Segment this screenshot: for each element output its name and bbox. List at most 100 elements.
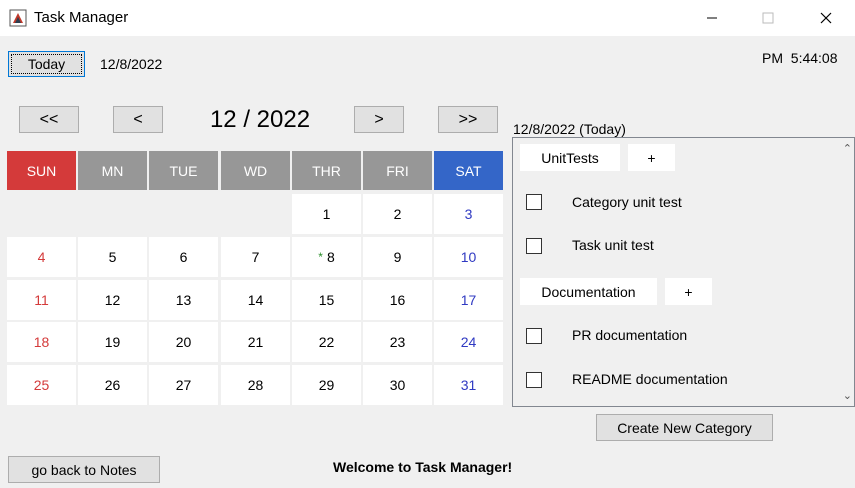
calendar-day-cell[interactable]: 13	[149, 280, 218, 320]
day-number: 26	[104, 377, 121, 393]
close-button[interactable]	[803, 0, 849, 36]
calendar-blank-cell	[149, 194, 218, 234]
calendar-day-cell[interactable]: 23	[363, 322, 432, 362]
maximize-button[interactable]	[745, 0, 791, 36]
day-number: 24	[460, 334, 477, 350]
minimize-button[interactable]	[689, 0, 735, 36]
category-unittests[interactable]: UnitTests	[520, 144, 620, 171]
window-title: Task Manager	[34, 9, 129, 26]
next-month-label: >	[374, 110, 384, 128]
calendar-day-cell[interactable]: 15	[292, 280, 361, 320]
task-checkbox[interactable]	[526, 372, 542, 388]
close-icon	[820, 12, 832, 24]
task-label: Task unit test	[572, 237, 654, 253]
calendar-day-cell[interactable]: * 8	[292, 237, 361, 277]
category-documentation[interactable]: Documentation	[520, 278, 657, 305]
task-checkbox[interactable]	[526, 328, 542, 344]
prev-year-button[interactable]: <<	[19, 106, 79, 133]
today-date: 12/8/2022	[100, 56, 163, 72]
day-header-fri: FRI	[363, 151, 432, 190]
scroll-up-icon[interactable]: ⌃	[843, 142, 852, 155]
day-number: 29	[318, 377, 335, 393]
calendar-day-cell[interactable]: 21	[221, 322, 290, 362]
calendar-day-cell[interactable]: 24	[434, 322, 503, 362]
back-to-notes-button[interactable]: go back to Notes	[8, 456, 160, 483]
calendar-day-cell[interactable]: 10	[434, 237, 503, 277]
day-number: 8	[326, 249, 335, 265]
calendar-day-cell[interactable]: 14	[221, 280, 290, 320]
day-number: 19	[104, 334, 121, 350]
prev-year-label: <<	[39, 110, 59, 128]
calendar-day-cell[interactable]: 1	[292, 194, 361, 234]
day-number: 30	[389, 377, 406, 393]
add-task-button[interactable]: +	[628, 144, 675, 171]
day-number: 3	[464, 206, 473, 222]
day-number: 16	[389, 292, 406, 308]
task-checkbox[interactable]	[526, 194, 542, 210]
calendar-day-cell[interactable]: 5	[78, 237, 147, 277]
day-header-sun: SUN	[7, 151, 76, 190]
calendar-day-cell[interactable]: 17	[434, 280, 503, 320]
calendar-day-cell[interactable]: 4	[7, 237, 76, 277]
day-number: 7	[251, 249, 260, 265]
calendar-day-cell[interactable]: 22	[292, 322, 361, 362]
day-number: 11	[34, 292, 49, 308]
day-number: 23	[389, 334, 406, 350]
calendar-day-cell[interactable]: 31	[434, 365, 503, 405]
today-button[interactable]: Today	[8, 51, 85, 77]
next-year-label: >>	[458, 110, 478, 128]
day-header-tue: TUE	[149, 151, 218, 190]
calendar-day-cell[interactable]: 27	[149, 365, 218, 405]
category-name: Documentation	[541, 283, 636, 300]
prev-month-label: <	[133, 110, 143, 128]
calendar-day-cell[interactable]: 12	[78, 280, 147, 320]
next-month-button[interactable]: >	[354, 106, 404, 133]
calendar-day-cell[interactable]: 25	[7, 365, 76, 405]
task-label: PR documentation	[572, 327, 688, 343]
calendar-day-cell[interactable]: 16	[363, 280, 432, 320]
day-number: 17	[460, 292, 477, 308]
calendar-day-cell[interactable]: 19	[78, 322, 147, 362]
calendar-day-cell[interactable]: 11	[7, 280, 76, 320]
title-bar: Task Manager	[0, 0, 855, 36]
day-number: 27	[175, 377, 192, 393]
calendar-blank-cell	[7, 194, 76, 234]
create-category-label: Create New Category	[617, 419, 752, 436]
day-number: 22	[318, 334, 335, 350]
day-number: 6	[179, 249, 188, 265]
scroll-down-icon[interactable]: ⌄	[843, 389, 852, 402]
day-number: 20	[175, 334, 192, 350]
add-task-button[interactable]: +	[665, 278, 712, 305]
day-header-mon: MN	[78, 151, 147, 190]
task-checkbox[interactable]	[526, 238, 542, 254]
calendar-day-cell[interactable]: 18	[7, 322, 76, 362]
calendar-blank-cell	[221, 194, 290, 234]
day-number: 4	[37, 249, 46, 265]
task-label: Category unit test	[572, 194, 682, 210]
plus-icon: +	[647, 149, 656, 166]
next-year-button[interactable]: >>	[438, 106, 498, 133]
calendar-day-cell[interactable]: 2	[363, 194, 432, 234]
calendar-day-cell[interactable]: 3	[434, 194, 503, 234]
calendar-day-cell[interactable]: 30	[363, 365, 432, 405]
day-header-wed: WD	[221, 151, 290, 190]
calendar-day-cell[interactable]: 7	[221, 237, 290, 277]
calendar-day-cell[interactable]: 9	[363, 237, 432, 277]
day-number: 31	[460, 377, 477, 393]
calendar-day-cell[interactable]: 26	[78, 365, 147, 405]
day-number: 13	[175, 292, 192, 308]
task-list-panel[interactable]: ⌃ ⌄ UnitTests + Category unit test Task …	[512, 137, 855, 407]
create-category-button[interactable]: Create New Category	[596, 414, 773, 441]
calendar-day-cell[interactable]: 29	[292, 365, 361, 405]
calendar-day-cell[interactable]: 28	[221, 365, 290, 405]
day-number: 28	[247, 377, 264, 393]
day-number: 9	[393, 249, 402, 265]
calendar-day-cell[interactable]: 6	[149, 237, 218, 277]
day-number: 10	[460, 249, 477, 265]
day-number: 25	[33, 377, 50, 393]
java-cup-icon	[9, 9, 27, 27]
calendar-day-cell[interactable]: 20	[149, 322, 218, 362]
day-number: 14	[247, 292, 264, 308]
selected-date-label: 12/8/2022 (Today)	[513, 121, 626, 137]
prev-month-button[interactable]: <	[113, 106, 163, 133]
